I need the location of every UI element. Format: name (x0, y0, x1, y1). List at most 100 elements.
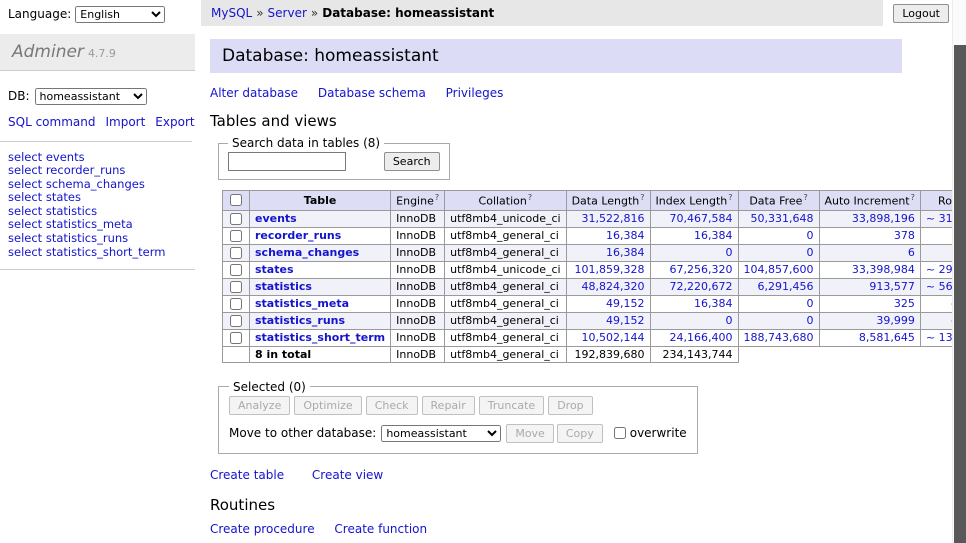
data-length-link[interactable]: 101,859,328 (575, 263, 645, 276)
scrollbar-thumb[interactable] (954, 45, 966, 543)
sidebar-table-link[interactable]: select statistics (8, 205, 187, 219)
breadcrumb-mysql-link[interactable]: MySQL (211, 6, 252, 20)
data-free-link[interactable]: 0 (807, 246, 814, 259)
index-length-link[interactable]: 24,166,400 (670, 331, 733, 344)
sidebar-table-link[interactable]: select statistics_runs (8, 232, 187, 246)
truncate-button[interactable]: Truncate (479, 396, 544, 415)
row-checkbox[interactable] (230, 264, 242, 276)
create-function-link[interactable]: Create function (334, 522, 427, 536)
data-length-link[interactable]: 16,384 (606, 246, 645, 259)
breadcrumb-server-link[interactable]: Server (268, 6, 307, 20)
table-name-link[interactable]: schema_changes (255, 246, 359, 259)
adminer-app: Language:English Adminer4.7.9 DB:homeass… (0, 0, 966, 543)
auto-increment-link[interactable]: 33,898,196 (852, 212, 915, 225)
data-free-cell: 0 (738, 295, 819, 312)
index-length-link[interactable]: 72,220,672 (670, 280, 733, 293)
data-free-link[interactable]: 50,331,648 (751, 212, 814, 225)
sidebar-action-import[interactable]: Import (105, 115, 145, 129)
column-header-index-length[interactable]: Index Length? (650, 191, 738, 211)
row-checkbox[interactable] (230, 298, 242, 310)
row-checkbox[interactable] (230, 213, 242, 225)
db-select[interactable]: homeassistant (35, 88, 147, 105)
index-length-link[interactable]: 0 (726, 314, 733, 327)
table-name-link[interactable]: events (255, 212, 297, 225)
analyze-button[interactable]: Analyze (229, 396, 290, 415)
create-view-link[interactable]: Create view (312, 468, 383, 482)
auto-increment-link[interactable]: 39,999 (876, 314, 915, 327)
data-length-link[interactable]: 10,502,144 (582, 331, 645, 344)
copy-button[interactable]: Copy (557, 424, 603, 443)
select-all-checkbox[interactable] (230, 194, 242, 206)
selected-fieldset: Selected (0) AnalyzeOptimizeCheckRepairT… (218, 380, 698, 454)
table-name-link[interactable]: statistics_meta (255, 297, 349, 310)
alter-database-link[interactable]: Alter database (210, 86, 298, 100)
logout-button[interactable]: Logout (893, 4, 949, 23)
sidebar-action-sql-command[interactable]: SQL command (8, 115, 95, 129)
index-length-link[interactable]: 0 (726, 246, 733, 259)
row-checkbox[interactable] (230, 230, 242, 242)
row-checkbox[interactable] (230, 247, 242, 259)
search-button[interactable]: Search (384, 152, 440, 171)
table-name-link[interactable]: statistics_short_term (255, 331, 385, 344)
index-length-link[interactable]: 70,467,584 (670, 212, 733, 225)
adminer-logo-link[interactable]: Adminer (12, 42, 84, 62)
optimize-button[interactable]: Optimize (294, 396, 361, 415)
column-header-auto-increment[interactable]: Auto Increment? (819, 191, 920, 211)
sidebar-table-link[interactable]: select statistics_short_term (8, 246, 187, 260)
sidebar-table-link[interactable]: select statistics_meta (8, 218, 187, 232)
language-select[interactable]: English (75, 6, 165, 23)
row-checkbox[interactable] (230, 332, 242, 344)
data-length-link[interactable]: 49,152 (606, 314, 645, 327)
create-procedure-link[interactable]: Create procedure (210, 522, 315, 536)
data-free-link[interactable]: 188,743,680 (744, 331, 814, 344)
auto-increment-link[interactable]: 8,581,645 (859, 331, 915, 344)
drop-button[interactable]: Drop (548, 396, 592, 415)
sidebar-table-link[interactable]: select states (8, 191, 187, 205)
row-checkbox[interactable] (230, 315, 242, 327)
column-header-data-free[interactable]: Data Free? (738, 191, 819, 211)
check-button[interactable]: Check (366, 396, 418, 415)
index-length-link[interactable]: 16,384 (694, 229, 733, 242)
index-length-link[interactable]: 16,384 (694, 297, 733, 310)
column-header-engine[interactable]: Engine? (391, 191, 445, 211)
sidebar-table-link[interactable]: select events (8, 151, 187, 165)
data-free-link[interactable]: 0 (807, 229, 814, 242)
auto-increment-link[interactable]: 6 (908, 246, 915, 259)
scrollbar[interactable] (952, 0, 966, 543)
auto-increment-link[interactable]: 378 (894, 229, 915, 242)
overwrite-checkbox[interactable] (614, 427, 626, 439)
data-length-link[interactable]: 49,152 (606, 297, 645, 310)
sidebar-table-link[interactable]: select recorder_runs (8, 164, 187, 178)
collation-cell: utf8mb4_general_ci (445, 227, 566, 244)
auto-increment-link[interactable]: 913,577 (869, 280, 915, 293)
create-table-link[interactable]: Create table (210, 468, 284, 482)
table-name-link[interactable]: statistics_runs (255, 314, 345, 327)
data-length-link[interactable]: 16,384 (606, 229, 645, 242)
index-length-link[interactable]: 67,256,320 (670, 263, 733, 276)
data-length-link[interactable]: 48,824,320 (582, 280, 645, 293)
auto-increment-link[interactable]: 33,398,984 (852, 263, 915, 276)
table-name-link[interactable]: recorder_runs (255, 229, 341, 242)
database-schema-link[interactable]: Database schema (318, 86, 426, 100)
table-name-link[interactable]: statistics (255, 280, 312, 293)
move-db-select[interactable]: homeassistant (381, 425, 501, 442)
data-free-link[interactable]: 104,857,600 (744, 263, 814, 276)
table-name-link[interactable]: states (255, 263, 294, 276)
data-free-link[interactable]: 0 (807, 297, 814, 310)
data-free-link[interactable]: 6,291,456 (758, 280, 814, 293)
column-header-collation[interactable]: Collation? (445, 191, 566, 211)
sidebar-table-link[interactable]: select schema_changes (8, 178, 187, 192)
row-checkbox[interactable] (230, 281, 242, 293)
column-header-data-length[interactable]: Data Length? (566, 191, 650, 211)
move-button[interactable]: Move (506, 424, 554, 443)
sidebar-action-export[interactable]: Export (155, 115, 194, 129)
data-free-link[interactable]: 0 (807, 314, 814, 327)
data-length-link[interactable]: 31,522,816 (582, 212, 645, 225)
search-input[interactable] (228, 152, 346, 171)
repair-button[interactable]: Repair (422, 396, 475, 415)
help-marker: ? (640, 193, 644, 202)
table-row: statistics_metaInnoDButf8mb4_general_ci4… (223, 295, 966, 312)
auto-increment-link[interactable]: 325 (894, 297, 915, 310)
collation-cell: utf8mb4_general_ci (445, 244, 566, 261)
privileges-link[interactable]: Privileges (446, 86, 504, 100)
